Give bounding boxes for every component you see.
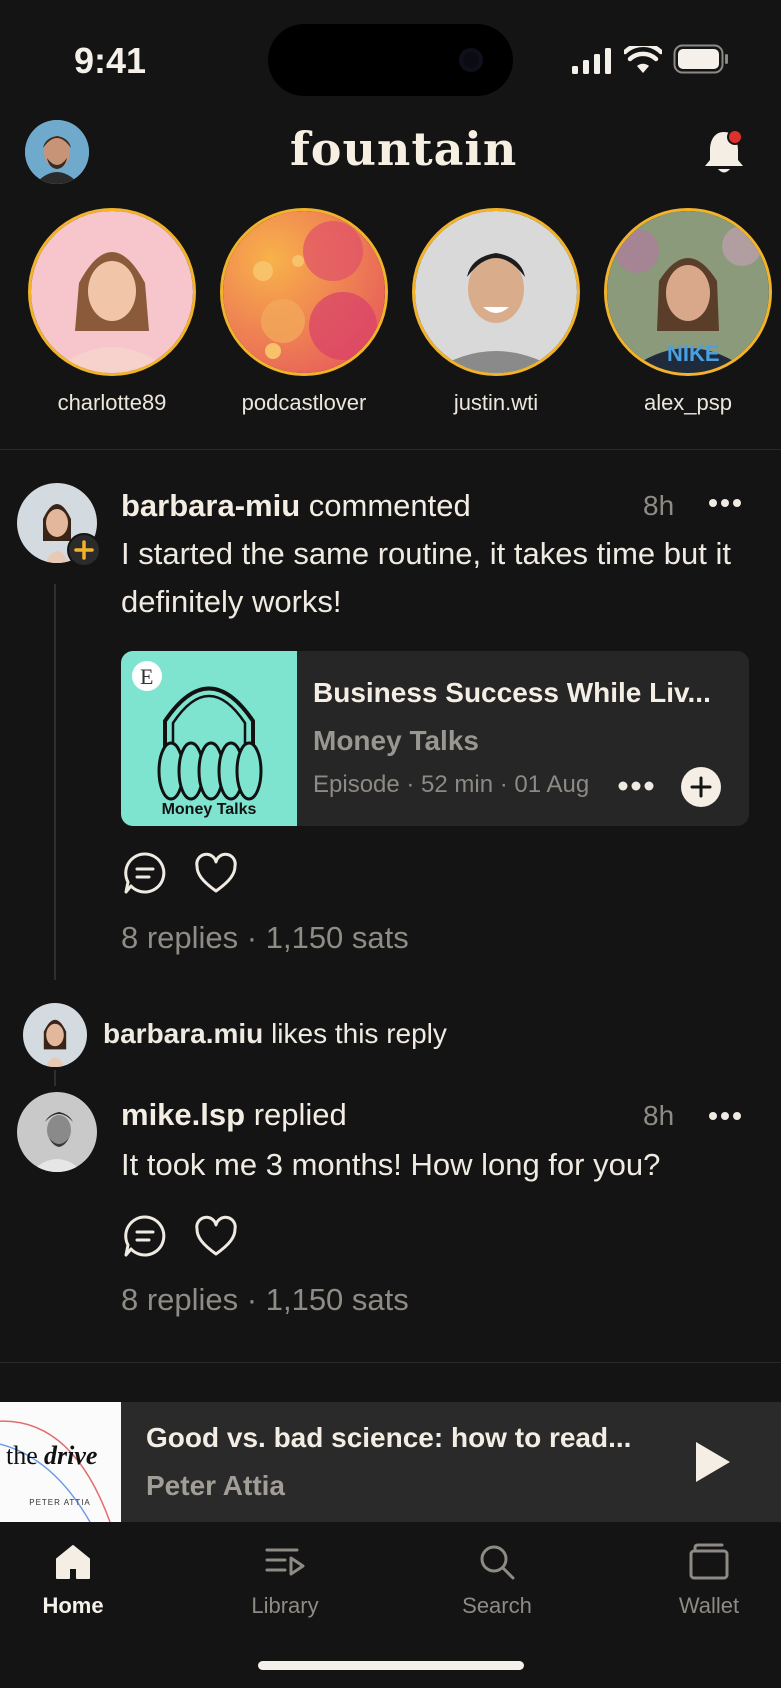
episode-art-label: Money Talks	[162, 801, 257, 818]
like-username[interactable]: barbara.miu	[103, 1018, 263, 1049]
now-playing-show: Peter Attia	[146, 1470, 286, 1501]
dynamic-island	[268, 24, 513, 96]
follow-add-icon[interactable]	[67, 533, 101, 567]
story-avatar	[28, 208, 196, 376]
post-action: replied	[253, 1097, 347, 1132]
tab-home[interactable]: Home	[3, 1542, 143, 1619]
post-header: mike.lsp replied	[121, 1097, 347, 1133]
post-stats[interactable]: 8 replies · 1,150 sats	[121, 1282, 409, 1318]
divider	[0, 1362, 781, 1363]
tab-label: Library	[251, 1593, 319, 1618]
story-item[interactable]: podcastlover	[220, 208, 388, 416]
battery-icon	[673, 44, 728, 74]
story-item[interactable]: justin.wti	[412, 208, 580, 416]
like-text: likes this reply	[271, 1018, 447, 1049]
post-avatar[interactable]	[17, 1092, 97, 1172]
bell-icon[interactable]	[702, 128, 746, 176]
now-playing-artwork: the drive PETER ATTIA	[0, 1402, 121, 1522]
post-username[interactable]: barbara-miu	[121, 488, 300, 523]
svg-text:NIKE: NIKE	[667, 341, 720, 366]
post-text: It took me 3 months! How long for you?	[121, 1147, 661, 1182]
reply-icon[interactable]	[123, 1214, 167, 1258]
episode-artwork: E Money Talks	[121, 651, 297, 826]
post-time: 8h	[643, 490, 675, 521]
more-options-icon[interactable]	[708, 1111, 742, 1121]
thread-line	[54, 584, 56, 980]
more-options-icon[interactable]	[708, 498, 742, 508]
art-text-drive: drive	[44, 1441, 97, 1470]
search-icon	[480, 1545, 515, 1580]
wifi-icon	[624, 46, 662, 73]
home-icon	[56, 1545, 90, 1579]
tab-library[interactable]: Library	[215, 1542, 355, 1619]
add-episode-icon[interactable]	[680, 766, 722, 808]
tab-wallet[interactable]: Wallet	[639, 1542, 779, 1619]
post-username[interactable]: mike.lsp	[121, 1097, 245, 1132]
story-username: justin.wti	[453, 390, 539, 415]
thread-line	[54, 1070, 56, 1086]
divider	[0, 449, 781, 450]
tab-label: Search	[462, 1593, 532, 1618]
post-action: commented	[308, 488, 471, 523]
app-logo: fountain	[290, 122, 518, 176]
story-item[interactable]: charlotte89	[28, 208, 196, 416]
episode-more-icon[interactable]	[618, 781, 654, 791]
story-username: charlotte89	[57, 390, 167, 415]
story-avatar	[220, 208, 388, 376]
library-icon	[265, 1548, 305, 1576]
reply-icon[interactable]	[123, 851, 167, 895]
post-stats[interactable]: 8 replies · 1,150 sats	[121, 920, 409, 956]
post-text: I started the same routine, it takes tim…	[121, 536, 731, 619]
home-indicator	[258, 1661, 524, 1670]
cellular-signal-icon	[572, 48, 611, 74]
notification-dot	[727, 129, 743, 145]
episode-title[interactable]: Business Success While Liv...	[313, 677, 711, 709]
play-icon[interactable]	[696, 1442, 730, 1482]
post-header: barbara-miu commented	[121, 488, 471, 524]
art-text-the: the	[6, 1441, 38, 1470]
story-username: alex_psp	[643, 390, 733, 415]
art-sub: PETER ATTIA	[29, 1498, 91, 1507]
wallet-icon	[689, 1543, 729, 1580]
tab-label: Wallet	[678, 1593, 740, 1618]
story-item[interactable]: NIKE alex_psp	[604, 208, 772, 416]
post-time: 8h	[643, 1100, 675, 1131]
now-playing-bar[interactable]: the drive PETER ATTIA Good vs. bad scien…	[0, 1402, 781, 1522]
tab-search[interactable]: Search	[427, 1542, 567, 1619]
profile-avatar[interactable]	[25, 120, 89, 184]
like-icon[interactable]	[194, 1215, 238, 1259]
story-username: podcastlover	[241, 390, 367, 415]
tab-label: Home	[42, 1593, 104, 1618]
status-time: 9:41	[74, 40, 147, 81]
episode-card[interactable]: E Money Talks Business Success While Liv…	[121, 651, 749, 826]
story-avatar	[412, 208, 580, 376]
story-avatar: NIKE	[604, 208, 772, 376]
now-playing-title: Good vs. bad science: how to read...	[146, 1422, 632, 1453]
episode-meta: Episode · 52 min · 01 Aug	[313, 771, 590, 798]
like-avatar[interactable]	[23, 1003, 87, 1067]
episode-show[interactable]: Money Talks	[313, 725, 479, 757]
like-notice: barbara.miu likes this reply	[103, 1018, 447, 1050]
like-icon[interactable]	[194, 852, 238, 896]
episode-art-badge: E	[140, 664, 153, 689]
